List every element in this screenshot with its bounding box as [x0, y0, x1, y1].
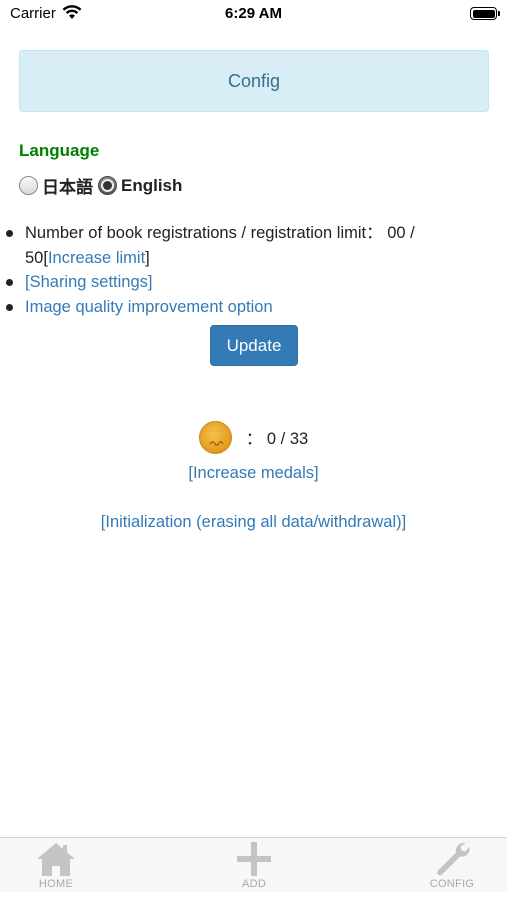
- tab-config-label: CONFIG: [429, 878, 475, 890]
- language-label-japanese[interactable]: 日本語: [42, 173, 93, 198]
- tab-home-label: HOME: [38, 878, 74, 890]
- info-list: Number of book registrations / registrat…: [0, 221, 507, 319]
- medal-count: ： 0 / 33: [245, 430, 309, 448]
- status-time: 6:29 AM: [225, 5, 282, 22]
- language-radio-english[interactable]: [98, 176, 117, 195]
- tab-add[interactable]: ADD: [199, 838, 309, 893]
- update-button[interactable]: Update: [210, 325, 298, 366]
- svg-text:· · · · ·: · · · · ·: [212, 434, 221, 438]
- language-options: 日本語 English: [19, 173, 187, 198]
- list-item-image-quality: Image quality improvement option: [0, 295, 507, 320]
- increase-medals-container: [Increase medals]: [0, 464, 507, 483]
- status-bar: Carrier 6:29 AM: [0, 0, 507, 28]
- initialization-link[interactable]: [Initialization (erasing all data/withdr…: [101, 513, 406, 531]
- tab-config[interactable]: CONFIG: [397, 838, 507, 893]
- medal-row: · · · · · · · · · · · ： 0 / 33: [0, 420, 507, 454]
- medal-icon: · · · · · · · · · · ·: [198, 420, 232, 454]
- bullet: [6, 279, 13, 286]
- tab-bar: HOME ADD CONFIG: [0, 837, 507, 892]
- wrench-icon: [437, 842, 470, 876]
- sharing-settings-link[interactable]: [Sharing settings]: [25, 273, 153, 291]
- initialization-container: [Initialization (erasing all data/withdr…: [0, 513, 507, 532]
- tab-home[interactable]: HOME: [1, 838, 111, 893]
- list-item-registrations: Number of book registrations / registrat…: [0, 221, 507, 270]
- image-quality-link[interactable]: Image quality improvement option: [25, 298, 273, 316]
- increase-medals-link[interactable]: [Increase medals]: [188, 464, 318, 482]
- increase-limit-link[interactable]: Increase limit: [48, 249, 145, 267]
- language-radio-japanese[interactable]: [19, 176, 38, 195]
- bullet: [6, 303, 13, 311]
- list-item-sharing: [Sharing settings]: [0, 270, 507, 295]
- tab-add-label: ADD: [241, 878, 267, 890]
- page-title: Config: [19, 50, 489, 112]
- battery-icon: [470, 7, 500, 20]
- language-label-english[interactable]: English: [121, 176, 182, 196]
- plus-icon: [237, 842, 271, 876]
- bullet: [6, 230, 13, 237]
- language-heading: Language: [19, 141, 100, 160]
- increase-limit-bracket-close: ]: [145, 248, 150, 267]
- bottom-strip: [0, 892, 507, 900]
- home-icon: [37, 843, 75, 876]
